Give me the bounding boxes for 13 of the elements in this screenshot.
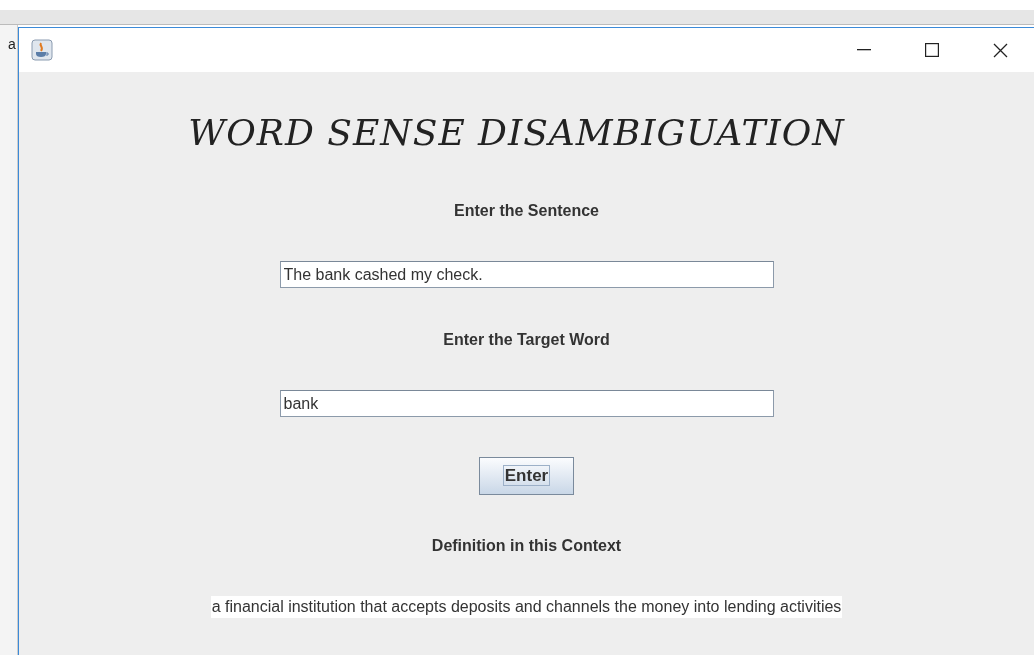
- coffee-cup-icon: [31, 39, 53, 61]
- field-label: Enter the Sentence: [454, 201, 599, 221]
- definition-text: a financial institution that accepts deposits and channels the money into lending activities: [210, 596, 843, 618]
- minimize-icon: [857, 49, 871, 51]
- text-field[interactable]: bank: [279, 390, 774, 417]
- field-label: Definition in this Context: [431, 536, 622, 556]
- background-text: a: [8, 36, 17, 52]
- maximize-icon: [925, 43, 939, 57]
- close-icon: [992, 42, 1008, 58]
- text-field[interactable]: The bank cashed my check.: [279, 261, 774, 288]
- field-label: Enter the Target Word: [443, 330, 610, 350]
- enter-button[interactable]: Enter: [479, 457, 574, 495]
- app-heading: WORD SENSE DISAMBIGUATION: [188, 111, 845, 155]
